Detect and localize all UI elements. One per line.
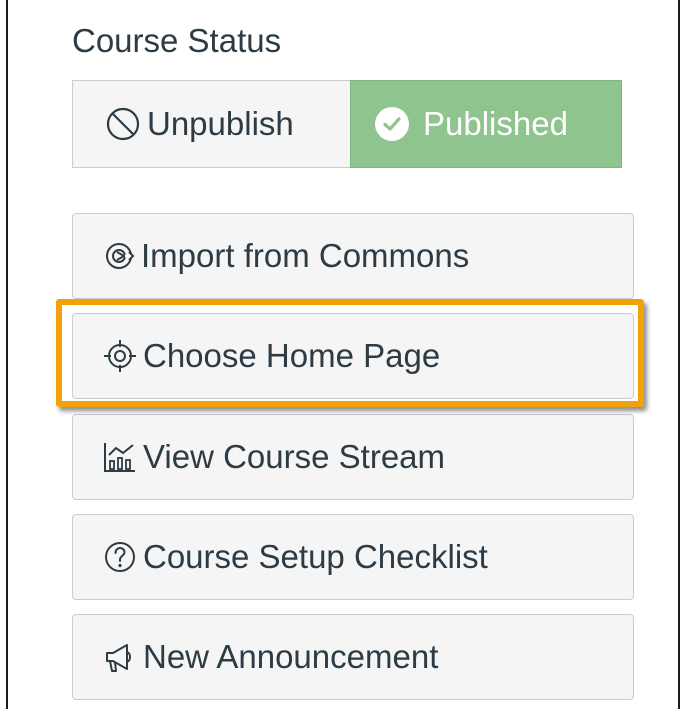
new-announcement-label: New Announcement — [143, 638, 439, 675]
view-course-stream-button[interactable]: View Course Stream — [72, 414, 634, 500]
unpublish-button[interactable]: Unpublish — [72, 80, 350, 168]
import-from-commons-label: Import from Commons — [141, 237, 470, 274]
choose-home-page-label: Choose Home Page — [143, 337, 441, 374]
course-setup-checklist-button[interactable]: Course Setup Checklist — [72, 514, 634, 600]
published-button[interactable]: Published — [350, 80, 622, 168]
megaphone-icon — [103, 640, 137, 674]
choose-home-page-button[interactable]: Choose Home Page — [72, 313, 634, 399]
course-setup-checklist-label: Course Setup Checklist — [143, 538, 488, 575]
unpublish-label: Unpublish — [147, 105, 294, 142]
published-label: Published — [423, 105, 568, 142]
question-circle-icon — [103, 540, 137, 574]
sidebar-panel: Course Status Unpublish Published Import… — [6, 0, 680, 709]
new-announcement-button[interactable]: New Announcement — [72, 614, 634, 700]
course-status-heading: Course Status — [72, 22, 282, 59]
publish-toggle-group: Unpublish Published — [72, 80, 622, 168]
stream-chart-icon — [103, 441, 137, 473]
circle-slash-icon — [105, 106, 141, 142]
import-from-commons-button[interactable]: Import from Commons — [72, 213, 634, 299]
check-circle-icon — [375, 107, 409, 141]
target-icon — [103, 339, 137, 373]
commons-icon — [103, 240, 135, 272]
view-course-stream-label: View Course Stream — [143, 438, 446, 475]
